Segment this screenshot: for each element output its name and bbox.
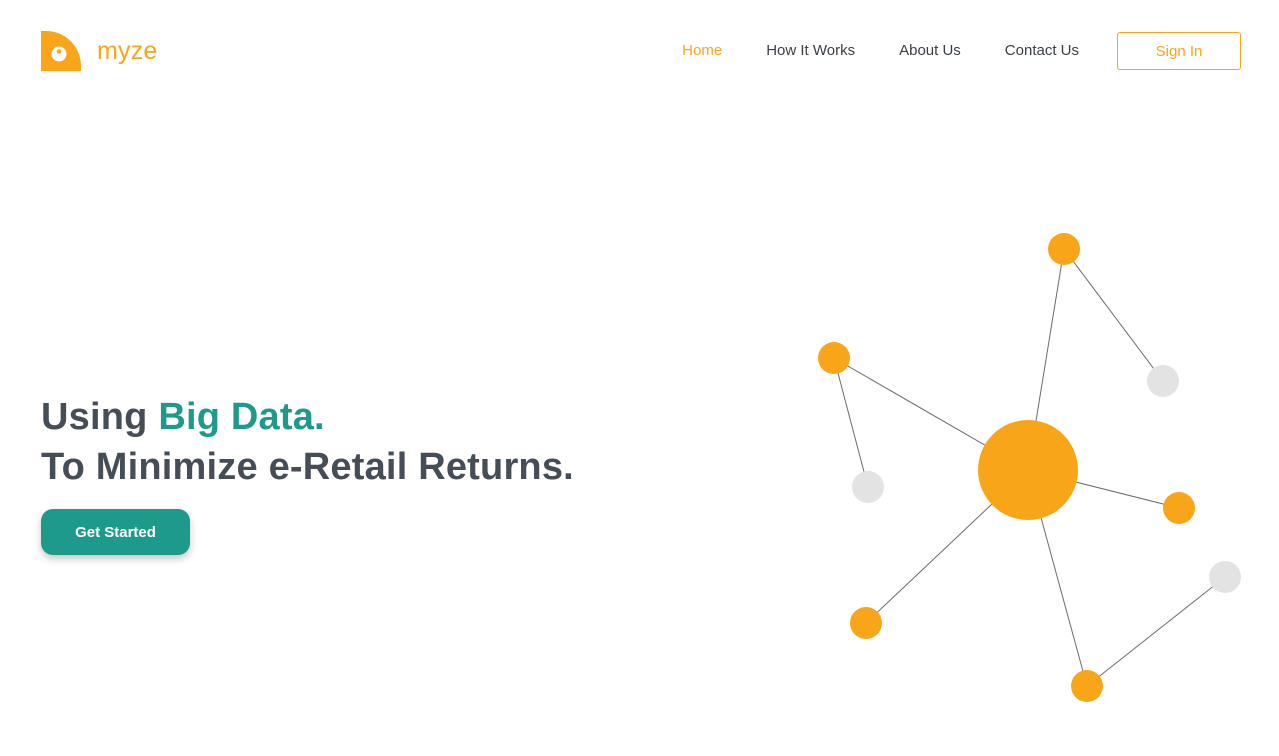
muted-network-node <box>1209 561 1241 593</box>
sign-in-button[interactable]: Sign In <box>1117 32 1241 70</box>
network-edge <box>833 357 869 488</box>
network-edges <box>833 248 1226 687</box>
network-nodes <box>818 233 1241 702</box>
network-edge <box>1063 248 1164 382</box>
brand-name: myze <box>97 37 158 65</box>
central-node <box>978 420 1078 520</box>
network-edge <box>1027 248 1065 471</box>
network-edge <box>833 357 1029 471</box>
network-node <box>1048 233 1080 265</box>
nav-contact-us[interactable]: Contact Us <box>1005 33 1079 69</box>
headline-prefix: Using <box>41 396 159 438</box>
network-edge <box>1027 469 1180 509</box>
network-node <box>818 342 850 374</box>
nav-home[interactable]: Home <box>682 33 722 69</box>
hero-headline: Using Big Data. To Minimize e-Retail Ret… <box>41 392 574 492</box>
muted-network-node <box>852 471 884 503</box>
nav-about-us[interactable]: About Us <box>899 33 961 69</box>
nav-how-it-works[interactable]: How It Works <box>766 33 855 69</box>
network-edge <box>865 469 1029 624</box>
network-edge <box>1086 576 1226 687</box>
hero-section: Using Big Data. To Minimize e-Retail Ret… <box>41 392 574 492</box>
main-nav: Home How It Works About Us Contact Us Si… <box>638 32 1241 70</box>
get-started-button[interactable]: Get Started <box>41 509 190 555</box>
myze-logo-icon <box>41 31 81 71</box>
network-illustration <box>818 233 1241 702</box>
network-node <box>1071 670 1103 702</box>
headline-accent: Big Data. <box>158 396 325 438</box>
headline-line2: To Minimize e-Retail Returns. <box>41 446 574 488</box>
brand-logo[interactable]: myze <box>41 31 158 71</box>
network-edge <box>1027 469 1088 687</box>
network-node <box>850 607 882 639</box>
muted-network-node <box>1147 365 1179 397</box>
network-node <box>1163 492 1195 524</box>
